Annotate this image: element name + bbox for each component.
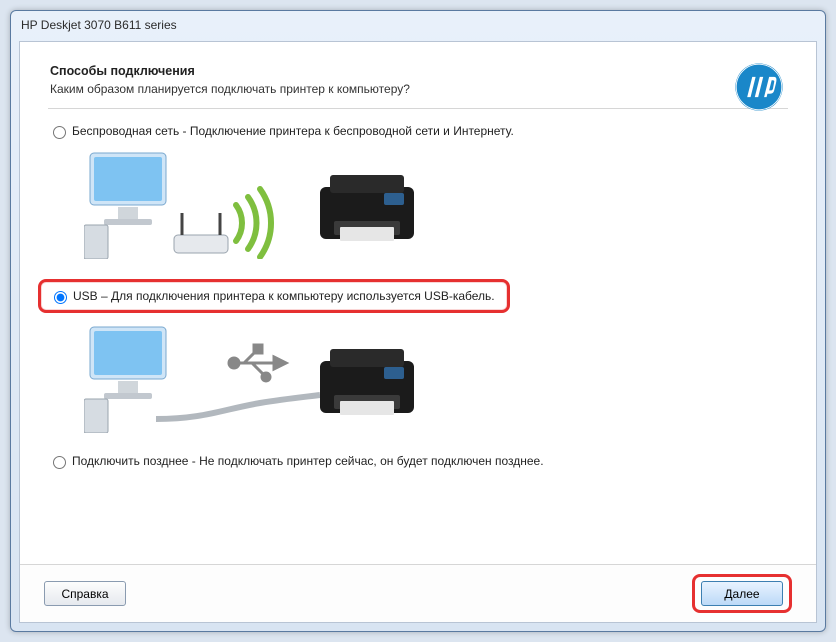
illustration-wireless bbox=[84, 149, 788, 259]
option-usb-label: USB – Для подключения принтера к компьют… bbox=[73, 289, 495, 303]
radio-usb[interactable] bbox=[54, 291, 67, 304]
hp-logo bbox=[732, 60, 786, 114]
header-area: Способы подключения Каким образом планир… bbox=[20, 42, 816, 108]
options-area: Беспроводная сеть - Подключение принтера… bbox=[20, 109, 816, 471]
installer-window: HP Deskjet 3070 B611 series Способы подк… bbox=[10, 10, 826, 632]
client-area: Способы подключения Каким образом планир… bbox=[19, 41, 817, 623]
option-later[interactable]: Подключить позднее - Не подключать принт… bbox=[48, 451, 788, 471]
option-wireless-label: Беспроводная сеть - Подключение принтера… bbox=[72, 124, 514, 138]
titlebar: HP Deskjet 3070 B611 series bbox=[11, 11, 825, 39]
radio-wireless[interactable] bbox=[53, 126, 66, 139]
help-button[interactable]: Справка bbox=[44, 581, 126, 606]
radio-later[interactable] bbox=[53, 456, 66, 469]
option-usb[interactable]: USB – Для подключения принтера к компьют… bbox=[48, 277, 788, 315]
option-wireless[interactable]: Беспроводная сеть - Подключение принтера… bbox=[48, 121, 788, 141]
page-title: Способы подключения bbox=[50, 64, 786, 78]
next-button[interactable]: Далее bbox=[701, 581, 783, 606]
highlight-next: Далее bbox=[692, 574, 792, 613]
illustration-usb bbox=[84, 323, 788, 433]
window-title: HP Deskjet 3070 B611 series bbox=[21, 18, 177, 32]
highlight-usb: USB – Для подключения принтера к компьют… bbox=[38, 279, 510, 313]
footer: Справка Далее bbox=[20, 564, 816, 622]
option-later-label: Подключить позднее - Не подключать принт… bbox=[72, 454, 544, 468]
page-subtitle: Каким образом планируется подключать при… bbox=[50, 82, 786, 96]
